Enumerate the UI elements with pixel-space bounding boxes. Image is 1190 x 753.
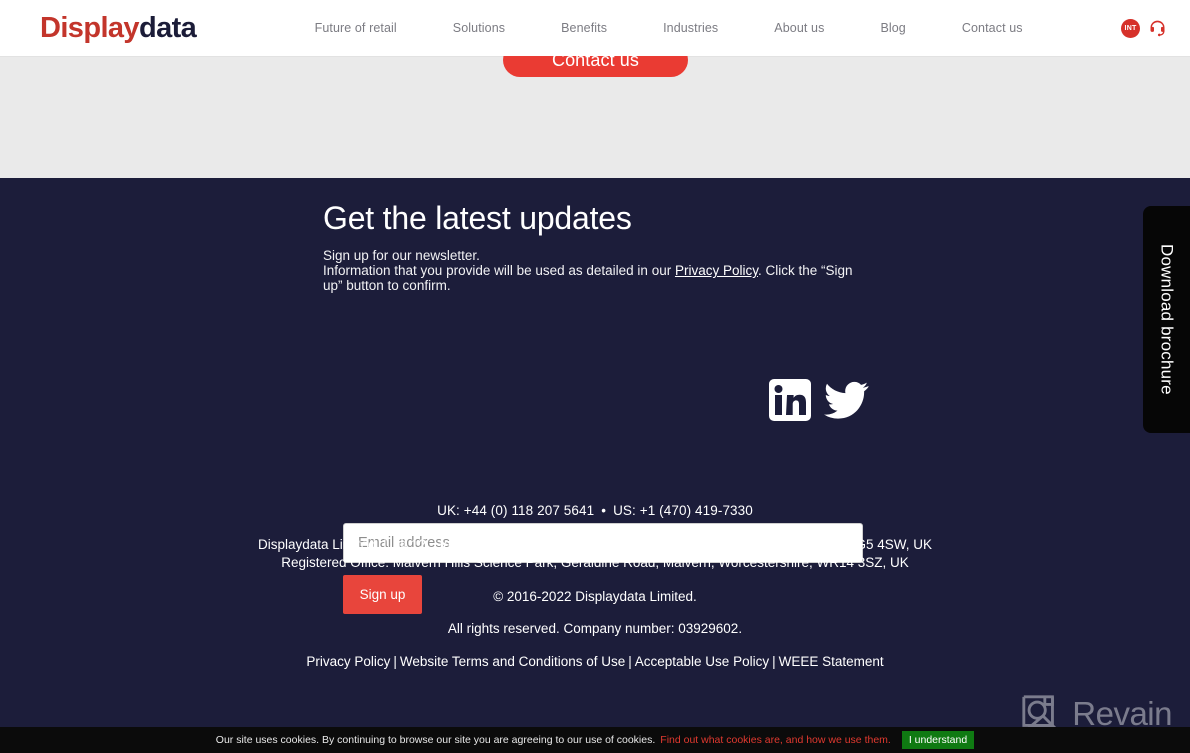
- legal-link-website-terms[interactable]: Website Terms and Conditions of Use: [400, 654, 625, 669]
- company-address: Displaydata Limited. Unit 12, Headley Pa…: [0, 536, 1190, 572]
- logo-text-secondary: data: [138, 11, 197, 44]
- international-badge[interactable]: INT: [1121, 18, 1140, 38]
- newsletter-description: Sign up for our newsletter. Information …: [323, 248, 868, 294]
- header-icon-group: INT: [1121, 18, 1168, 39]
- nav-item-contact-us[interactable]: Contact us: [934, 21, 1051, 35]
- address-line-2: Registered Office: Malvern Hills Science…: [281, 555, 909, 570]
- main-navigation: Future of retail Solutions Benefits Indu…: [222, 21, 1115, 35]
- nav-item-about-us[interactable]: About us: [746, 21, 852, 35]
- legal-separator-1: |: [393, 654, 397, 669]
- newsletter-heading: Get the latest updates: [323, 200, 632, 236]
- phone-numbers: UK: +44 (0) 118 207 5641 • US: +1 (470) 41…: [0, 503, 1190, 518]
- headset-icon[interactable]: [1147, 18, 1168, 39]
- legal-separator-2: |: [628, 654, 632, 669]
- legal-link-privacy-policy[interactable]: Privacy Policy: [306, 654, 390, 669]
- privacy-policy-link[interactable]: Privacy Policy: [675, 263, 758, 278]
- phone-separator: •: [601, 503, 607, 518]
- content-strip: Contact us: [0, 43, 1190, 178]
- phone-us: US: +1 (470) 419-7330: [613, 503, 753, 518]
- download-brochure-tab[interactable]: Download brochure: [1143, 206, 1190, 433]
- site-header: Displaydata Future of retail Solutions B…: [0, 0, 1190, 56]
- footer-info: UK: +44 (0) 118 207 5641 • US: +1 (470) 41…: [0, 503, 1190, 669]
- newsletter-block: Get the latest updates Sign up for our n…: [323, 200, 868, 293]
- site-logo[interactable]: Displaydata: [40, 11, 197, 44]
- legal-separator-3: |: [772, 654, 776, 669]
- newsletter-copy-part-a: Information that you provide will be use…: [323, 263, 675, 278]
- nav-item-industries[interactable]: Industries: [635, 21, 746, 35]
- legal-link-acceptable-use[interactable]: Acceptable Use Policy: [635, 654, 769, 669]
- nav-item-benefits[interactable]: Benefits: [533, 21, 635, 35]
- site-footer: Get the latest updates Sign up for our n…: [0, 178, 1190, 728]
- newsletter-copy-line1: Sign up for our newsletter.: [323, 247, 480, 263]
- nav-item-solutions[interactable]: Solutions: [425, 21, 533, 35]
- address-line-1: Displaydata Limited. Unit 12, Headley Pa…: [257, 537, 933, 552]
- rights-text: All rights reserved. Company number: 039…: [447, 621, 743, 636]
- cookie-accept-button[interactable]: I understand: [901, 731, 975, 749]
- linkedin-icon[interactable]: [768, 378, 812, 422]
- legal-link-weee-statement[interactable]: WEEE Statement: [779, 654, 884, 669]
- download-brochure-label: Download brochure: [1157, 244, 1177, 395]
- phone-uk: UK: +44 (0) 118 207 5641: [437, 503, 595, 518]
- legal-links: Privacy Policy | Website Terms and Conditi…: [0, 654, 1190, 669]
- social-icon-group: [768, 378, 869, 422]
- logo-text-primary: Display: [40, 11, 140, 44]
- cookie-message: Our site uses cookies. By continuing to …: [215, 734, 656, 746]
- cookie-consent-bar: Our site uses cookies. By continuing to …: [0, 727, 1190, 753]
- nav-item-blog[interactable]: Blog: [852, 21, 933, 35]
- cookie-info-link[interactable]: Find out what cookies are, and how we us…: [660, 734, 891, 746]
- copyright-text: © 2016-2022 Displaydata Limited.: [493, 589, 697, 604]
- nav-item-future-of-retail[interactable]: Future of retail: [287, 21, 425, 35]
- twitter-icon[interactable]: [824, 380, 869, 420]
